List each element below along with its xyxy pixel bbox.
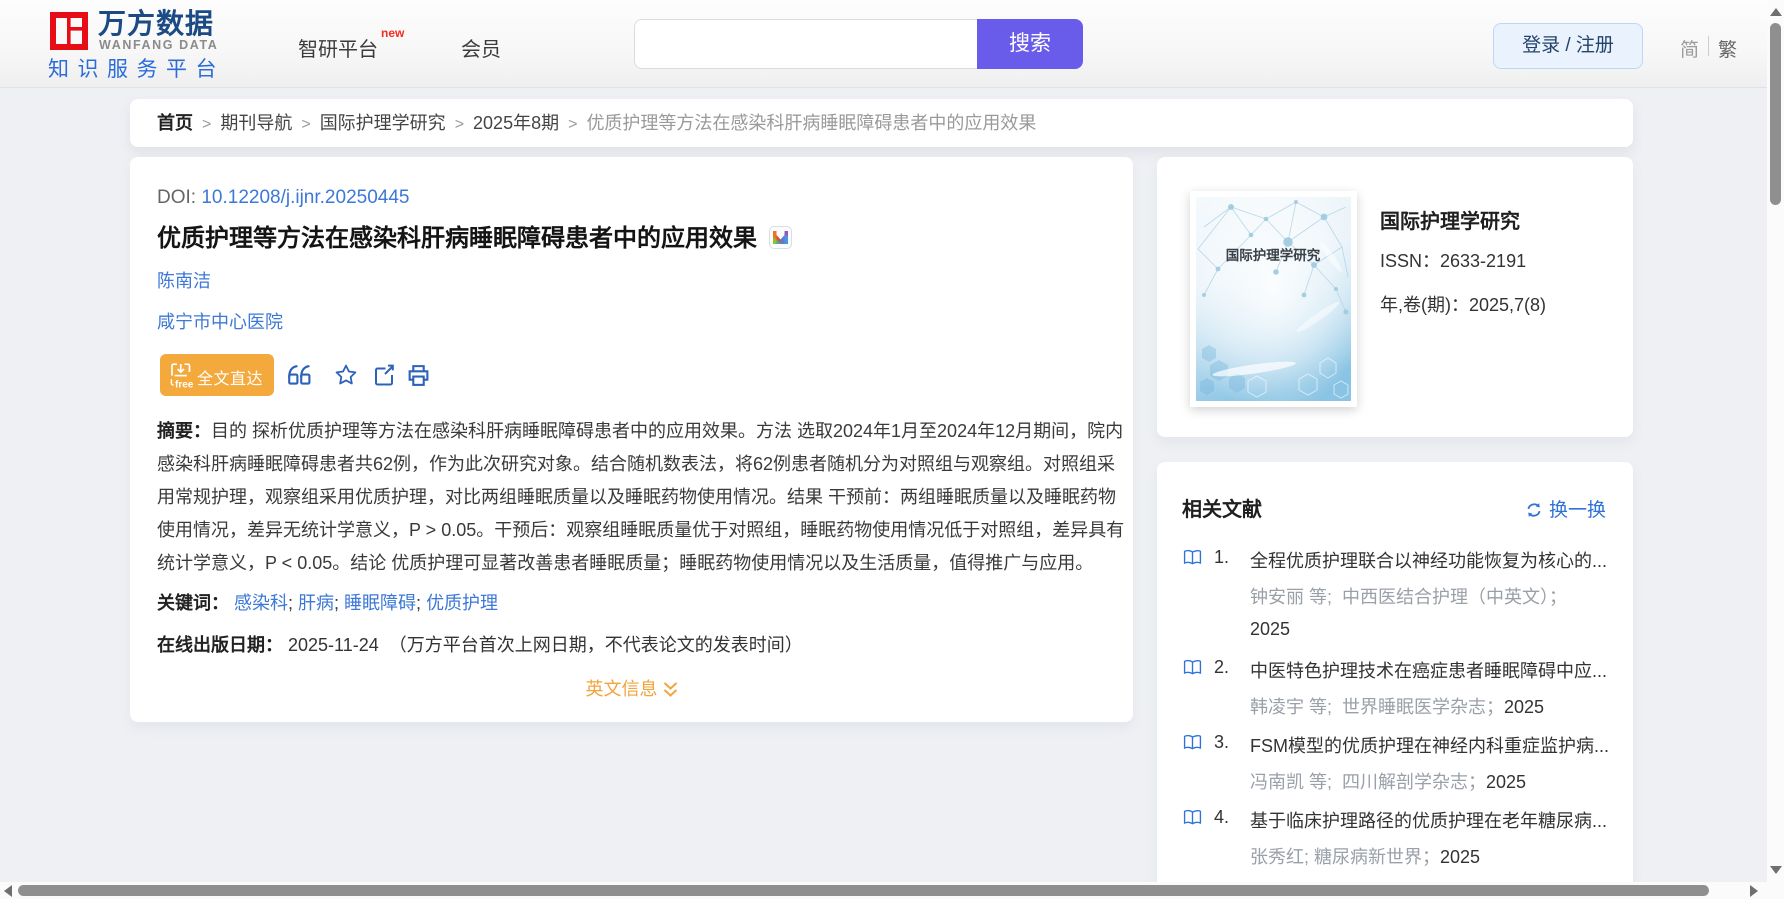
svg-text:free: free [175,380,194,391]
svg-text:国际护理学研究: 国际护理学研究 [1226,247,1321,263]
